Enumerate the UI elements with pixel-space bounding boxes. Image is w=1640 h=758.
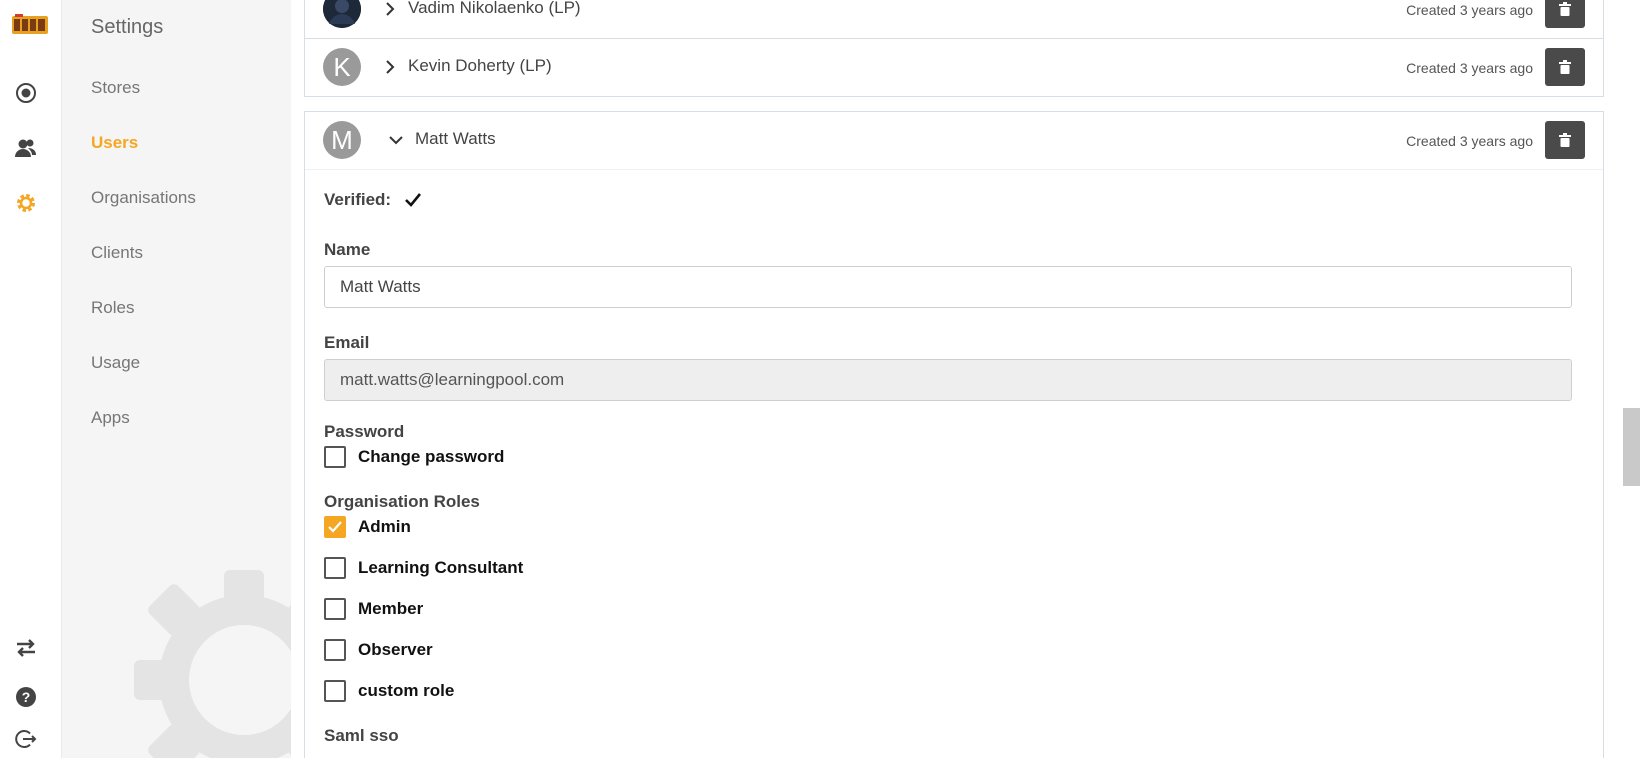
sidebar-item-usage[interactable]: Usage bbox=[91, 353, 140, 373]
organisation-roles-label: Organisation Roles bbox=[324, 492, 480, 511]
swap-icon[interactable] bbox=[13, 635, 39, 661]
help-icon[interactable]: ? bbox=[13, 684, 39, 710]
gear-icon[interactable] bbox=[13, 190, 39, 216]
role-admin-checkbox[interactable]: Admin bbox=[324, 516, 411, 538]
scrollbar-thumb[interactable] bbox=[1623, 408, 1640, 486]
user-card-header[interactable]: M Matt Watts Created 3 years ago bbox=[305, 112, 1603, 169]
checkbox-label: Admin bbox=[358, 517, 411, 536]
gear-watermark-icon bbox=[124, 560, 291, 758]
sidebar-item-roles[interactable]: Roles bbox=[91, 298, 134, 318]
checkbox-checked[interactable] bbox=[324, 516, 346, 538]
checkbox[interactable] bbox=[324, 446, 346, 468]
chevron-down-icon[interactable] bbox=[387, 131, 405, 149]
sidebar-title: Settings bbox=[91, 16, 164, 38]
checkbox[interactable] bbox=[324, 639, 346, 661]
checkbox-label: Change password bbox=[358, 447, 505, 466]
role-learning-consultant-checkbox[interactable]: Learning Consultant bbox=[324, 557, 523, 579]
user-name: Kevin Doherty (LP) bbox=[408, 56, 552, 75]
email-field bbox=[324, 359, 1572, 401]
user-card-expanded: M Matt Watts Created 3 years ago Verifie… bbox=[304, 111, 1604, 758]
change-password-checkbox[interactable]: Change password bbox=[324, 446, 504, 468]
user-created: Created 3 years ago bbox=[1406, 60, 1533, 76]
email-label: Email bbox=[324, 333, 370, 352]
user-name: Matt Watts bbox=[415, 129, 496, 148]
checkbox-label: Learning Consultant bbox=[358, 558, 524, 577]
name-label: Name bbox=[324, 240, 371, 259]
password-label: Password bbox=[324, 422, 405, 441]
user-detail-form: Verified: Name Email Password Change pas… bbox=[305, 169, 1603, 745]
delete-user-button[interactable] bbox=[1545, 121, 1585, 159]
role-custom-role-checkbox[interactable]: custom role bbox=[324, 680, 454, 702]
role-observer-checkbox[interactable]: Observer bbox=[324, 639, 433, 661]
chevron-right-icon[interactable] bbox=[381, 0, 399, 18]
settings-sidebar: Settings Stores Users Organisations Clie… bbox=[62, 0, 291, 758]
checkmark-icon bbox=[328, 521, 342, 533]
scrollbar[interactable] bbox=[1613, 0, 1640, 758]
trash-icon bbox=[1559, 2, 1571, 16]
delete-user-button[interactable] bbox=[1545, 0, 1585, 28]
sidebar-item-clients[interactable]: Clients bbox=[91, 243, 143, 263]
user-card: Vadim Nikolaenko (LP) Created 3 years ag… bbox=[304, 0, 1604, 39]
saml-sso-label: Saml sso bbox=[324, 726, 399, 745]
people-icon[interactable] bbox=[13, 135, 39, 161]
checkmark-icon bbox=[404, 192, 422, 213]
avatar bbox=[323, 0, 361, 28]
checkbox[interactable] bbox=[324, 598, 346, 620]
dashboard-icon[interactable] bbox=[13, 80, 39, 106]
user-created: Created 3 years ago bbox=[1406, 133, 1533, 149]
svg-text:?: ? bbox=[22, 689, 31, 705]
verified-label: Verified: bbox=[324, 190, 392, 209]
sidebar-item-organisations[interactable]: Organisations bbox=[91, 188, 196, 208]
logout-icon[interactable] bbox=[13, 726, 39, 752]
name-input[interactable] bbox=[324, 266, 1572, 308]
user-card-header[interactable]: Vadim Nikolaenko (LP) Created 3 years ag… bbox=[305, 0, 1603, 38]
role-member-checkbox[interactable]: Member bbox=[324, 598, 423, 620]
checkbox-label: custom role bbox=[358, 681, 455, 700]
avatar: M bbox=[323, 121, 361, 159]
user-card-header[interactable]: K Kevin Doherty (LP) Created 3 years ago bbox=[305, 39, 1603, 96]
delete-user-button[interactable] bbox=[1545, 48, 1585, 86]
checkbox[interactable] bbox=[324, 557, 346, 579]
icon-rail: ? bbox=[0, 0, 62, 758]
sidebar-item-apps[interactable]: Apps bbox=[91, 408, 130, 428]
checkbox-label: Observer bbox=[358, 640, 433, 659]
sidebar-item-users[interactable]: Users bbox=[91, 133, 138, 153]
user-created: Created 3 years ago bbox=[1406, 2, 1533, 18]
main-content: Vadim Nikolaenko (LP) Created 3 years ag… bbox=[291, 0, 1613, 758]
chevron-right-icon[interactable] bbox=[381, 58, 399, 76]
avatar: K bbox=[323, 48, 361, 86]
trash-icon bbox=[1559, 133, 1571, 147]
checkbox-label: Member bbox=[358, 599, 424, 618]
user-card: K Kevin Doherty (LP) Created 3 years ago bbox=[304, 38, 1604, 97]
sidebar-item-stores[interactable]: Stores bbox=[91, 78, 140, 98]
checkbox[interactable] bbox=[324, 680, 346, 702]
logo-icon[interactable] bbox=[11, 12, 49, 38]
trash-icon bbox=[1559, 60, 1571, 74]
user-name: Vadim Nikolaenko (LP) bbox=[408, 0, 581, 17]
